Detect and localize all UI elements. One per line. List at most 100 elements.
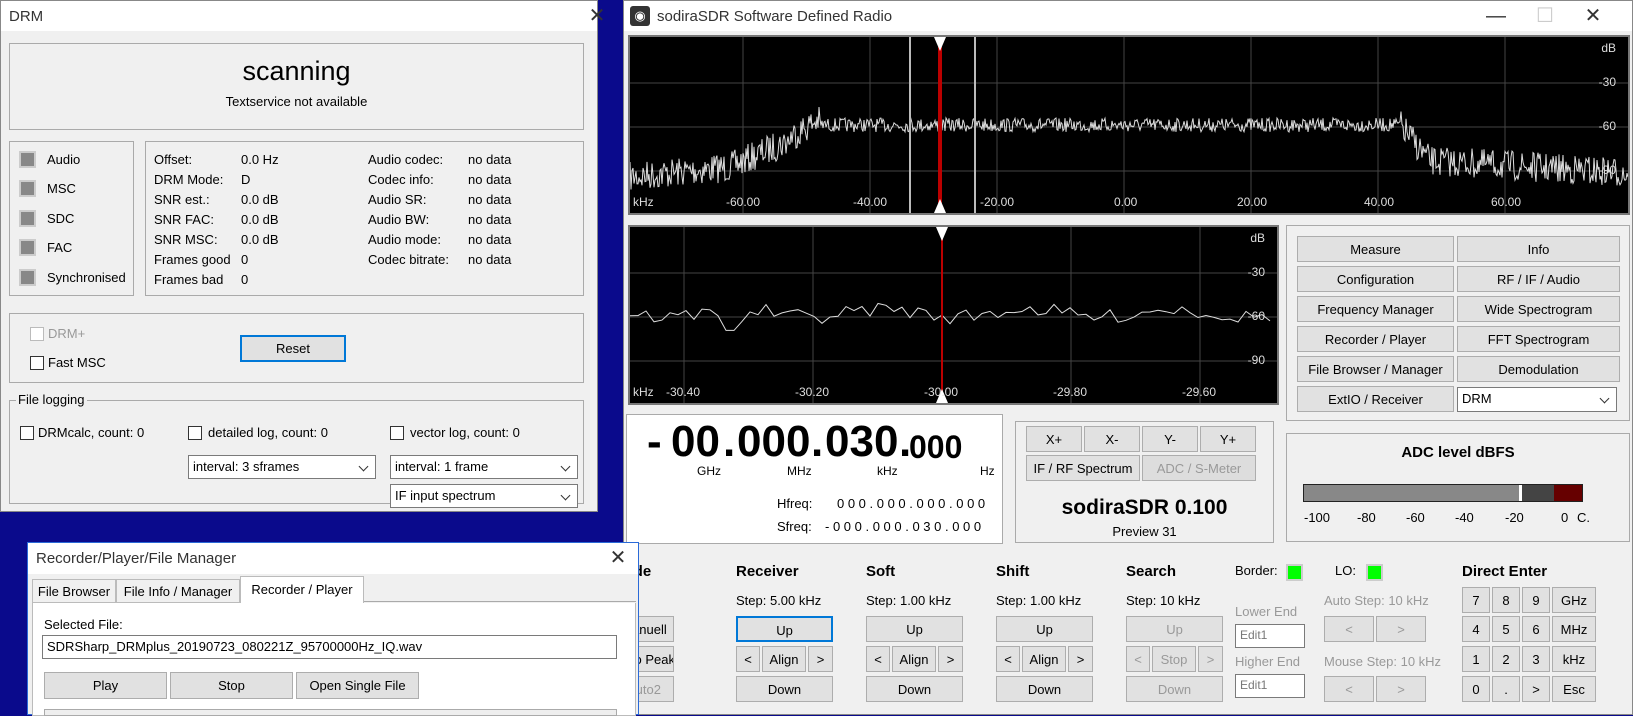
key-3[interactable]: 3 xyxy=(1522,646,1550,672)
recorder-title: Recorder/Player/File Manager xyxy=(36,550,237,567)
info-button[interactable]: Info xyxy=(1457,236,1620,262)
freq-ghz[interactable]: 00 xyxy=(671,417,720,467)
key-ghz[interactable]: GHz xyxy=(1552,587,1596,613)
recorder-close-icon[interactable]: ✕ xyxy=(606,546,630,570)
key-2[interactable]: 2 xyxy=(1492,646,1520,672)
tab-recorder-player[interactable]: Recorder / Player xyxy=(240,576,364,604)
search-down-button[interactable]: Down xyxy=(1126,676,1223,702)
search-stop-button[interactable]: Stop xyxy=(1152,646,1196,672)
info-label: Offset: xyxy=(154,152,193,167)
key-dot[interactable]: . xyxy=(1492,676,1520,702)
zoom-spectrum-scope[interactable]: dB -30 -60 -90 kHz -30.40 -30.20 -30.00 … xyxy=(628,225,1279,405)
shift-left-button[interactable]: < xyxy=(996,646,1020,672)
shift-up-button[interactable]: Up xyxy=(996,616,1093,642)
freq-mhz[interactable]: 000 xyxy=(737,417,810,467)
demodulation-button[interactable]: Demodulation xyxy=(1457,356,1620,382)
drm-textservice: Textservice not available xyxy=(225,94,368,109)
auto-step-left[interactable]: < xyxy=(1324,616,1374,642)
extio-receiver-button[interactable]: ExtIO / Receiver xyxy=(1297,386,1454,412)
demod-select[interactable]: DRM xyxy=(1457,387,1617,412)
drmcalc-checkbox[interactable] xyxy=(20,426,34,440)
tab-file-info[interactable]: File Info / Manager xyxy=(116,579,240,603)
x-plus-button[interactable]: X+ xyxy=(1026,426,1082,452)
info-label: SNR FAC: xyxy=(154,212,214,227)
detailed-log-checkbox[interactable] xyxy=(188,426,202,440)
frequency-manager-button[interactable]: Frequency Manager xyxy=(1297,296,1454,322)
open-single-file-button[interactable]: Open Single File xyxy=(296,672,419,699)
freq-khz[interactable]: 030 xyxy=(825,417,898,467)
key-4[interactable]: 4 xyxy=(1462,616,1490,642)
detailed-interval-select[interactable]: interval: 3 sframes xyxy=(188,455,376,479)
rf-if-audio-button[interactable]: RF / IF / Audio xyxy=(1457,266,1620,292)
recorder-player-button[interactable]: Recorder / Player xyxy=(1297,326,1454,352)
fast-msc-checkbox[interactable] xyxy=(30,356,44,370)
vector-log-checkbox[interactable] xyxy=(390,426,404,440)
selected-file-input[interactable]: SDRSharp_DRMplus_20190723_080221Z_957000… xyxy=(42,635,617,659)
drmcalc-label: DRMcalc, count: 0 xyxy=(38,425,145,440)
receiver-left-button[interactable]: < xyxy=(736,646,760,672)
minimize-icon[interactable]: — xyxy=(1484,4,1508,28)
drm-title: DRM xyxy=(9,8,44,25)
key-7[interactable]: 7 xyxy=(1462,587,1490,613)
key-1[interactable]: 1 xyxy=(1462,646,1490,672)
key-khz[interactable]: kHz xyxy=(1552,646,1596,672)
search-up-button[interactable]: Up xyxy=(1126,616,1223,642)
soft-align-button[interactable]: Align xyxy=(892,646,936,672)
key-6[interactable]: 6 xyxy=(1522,616,1550,642)
info-value: D xyxy=(241,172,251,187)
hfreq-value: 0 0 0 . 0 0 0 . 0 0 0 . 0 0 0 xyxy=(837,496,986,511)
mouse-step-right[interactable]: > xyxy=(1376,676,1426,702)
maximize-icon[interactable]: ☐ xyxy=(1533,4,1557,28)
search-right-button[interactable]: > xyxy=(1198,646,1223,672)
higher-end-input[interactable]: Edit1 xyxy=(1235,674,1305,698)
receiver-up-button[interactable]: Up xyxy=(736,616,833,642)
measure-button[interactable]: Measure xyxy=(1297,236,1454,262)
freq-sign[interactable]: - xyxy=(647,417,662,467)
vector-interval-select[interactable]: interval: 1 frame xyxy=(390,455,578,479)
wide-spectrogram-button[interactable]: Wide Spectrogram xyxy=(1457,296,1620,322)
y-plus-button[interactable]: Y+ xyxy=(1200,426,1256,452)
mouse-step-left[interactable]: < xyxy=(1324,676,1374,702)
soft-down-button[interactable]: Down xyxy=(866,676,963,702)
receiver-down-button[interactable]: Down xyxy=(736,676,833,702)
key-mhz[interactable]: MHz xyxy=(1552,616,1596,642)
wide-spectrum-scope[interactable]: dB -30 -60 -90 kHz -60.00 -40.00 -20.00 … xyxy=(628,35,1630,215)
auto-step-right[interactable]: > xyxy=(1376,616,1426,642)
fft-spectrogram-button[interactable]: FFT Spectrogram xyxy=(1457,326,1620,352)
key-0[interactable]: 0 xyxy=(1462,676,1490,702)
key-esc[interactable]: Esc xyxy=(1552,676,1596,702)
shift-align-button[interactable]: Align xyxy=(1022,646,1066,672)
receiver-right-button[interactable]: > xyxy=(808,646,833,672)
if-rf-spectrum-button[interactable]: IF / RF Spectrum xyxy=(1026,455,1140,481)
receiver-align-button[interactable]: Align xyxy=(762,646,806,672)
drm-plus-checkbox[interactable] xyxy=(30,327,44,341)
wide-x-label: 60.00 xyxy=(1491,195,1522,209)
y-minus-button[interactable]: Y- xyxy=(1142,426,1198,452)
key-next[interactable]: > xyxy=(1522,676,1550,702)
spectrum-select[interactable]: IF input spectrum xyxy=(390,484,578,508)
lower-end-input[interactable]: Edit1 xyxy=(1235,624,1305,648)
shift-right-button[interactable]: > xyxy=(1068,646,1093,672)
key-9[interactable]: 9 xyxy=(1522,587,1550,613)
adc-smeter-button[interactable]: ADC / S-Meter xyxy=(1142,455,1256,481)
soft-up-button[interactable]: Up xyxy=(866,616,963,642)
drm-window: DRM ✕ scanning Textservice not available… xyxy=(0,0,605,512)
soft-left-button[interactable]: < xyxy=(866,646,890,672)
key-8[interactable]: 8 xyxy=(1492,587,1520,613)
reset-button[interactable]: Reset xyxy=(240,335,346,362)
wide-x-label: -20.00 xyxy=(980,195,1015,209)
stop-button[interactable]: Stop xyxy=(170,672,293,699)
x-minus-button[interactable]: X- xyxy=(1084,426,1140,452)
file-browser-button[interactable]: File Browser / Manager xyxy=(1297,356,1454,382)
shift-down-button[interactable]: Down xyxy=(996,676,1093,702)
sodira-window: sodiraSDR Software Defined Radio ◉ — ☐ ✕… xyxy=(612,0,1633,715)
tab-file-browser[interactable]: File Browser xyxy=(32,579,116,603)
freq-hz[interactable]: 000 xyxy=(909,429,962,466)
soft-right-button[interactable]: > xyxy=(938,646,963,672)
search-left-button[interactable]: < xyxy=(1126,646,1150,672)
configuration-button[interactable]: Configuration xyxy=(1297,266,1454,292)
drm-close-icon[interactable]: ✕ xyxy=(585,4,609,28)
play-button[interactable]: Play xyxy=(44,672,167,699)
close-icon[interactable]: ✕ xyxy=(1581,4,1605,28)
key-5[interactable]: 5 xyxy=(1492,616,1520,642)
